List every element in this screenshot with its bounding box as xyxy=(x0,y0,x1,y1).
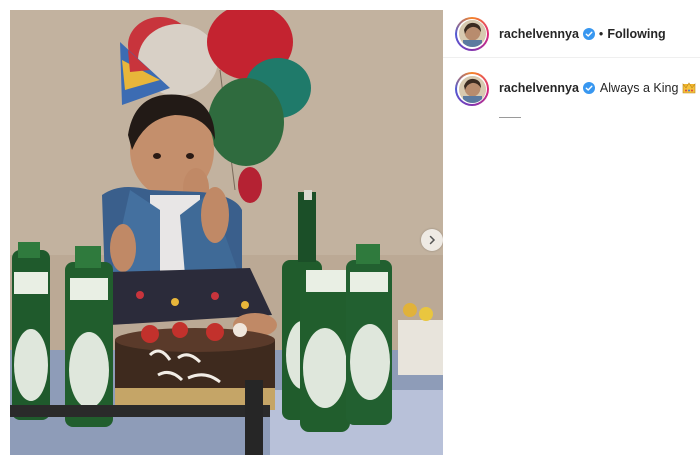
story-ring[interactable] xyxy=(455,16,489,51)
caption-story-ring[interactable] xyxy=(455,72,489,106)
birthday-photo-image xyxy=(10,10,443,455)
carousel-next-button[interactable] xyxy=(421,229,443,251)
header-separator: • xyxy=(598,26,604,41)
avatar xyxy=(458,20,486,47)
caption-verified-badge-icon xyxy=(582,82,595,94)
author-username[interactable]: rachelvennya xyxy=(499,27,579,41)
caption-overflow-line xyxy=(499,116,521,119)
caption-username[interactable]: rachelvennya xyxy=(499,81,579,95)
caption: rachelvennya Always a King xyxy=(499,81,696,95)
caption-text: Always a King xyxy=(599,81,679,95)
crown-emoji-icon xyxy=(682,82,696,94)
following-button[interactable]: Following xyxy=(607,27,665,41)
caption-row: rachelvennya Always a King xyxy=(443,58,700,106)
caption-avatar xyxy=(458,75,486,103)
post-header: rachelvennya • Following xyxy=(443,10,700,58)
chevron-right-icon xyxy=(429,235,436,245)
post-side-panel: rachelvennya • Following rachelvennya Al… xyxy=(443,10,700,455)
verified-badge-icon xyxy=(582,27,595,40)
instagram-post: rachelvennya • Following rachelvennya Al… xyxy=(0,0,700,465)
post-photo[interactable] xyxy=(10,10,443,455)
